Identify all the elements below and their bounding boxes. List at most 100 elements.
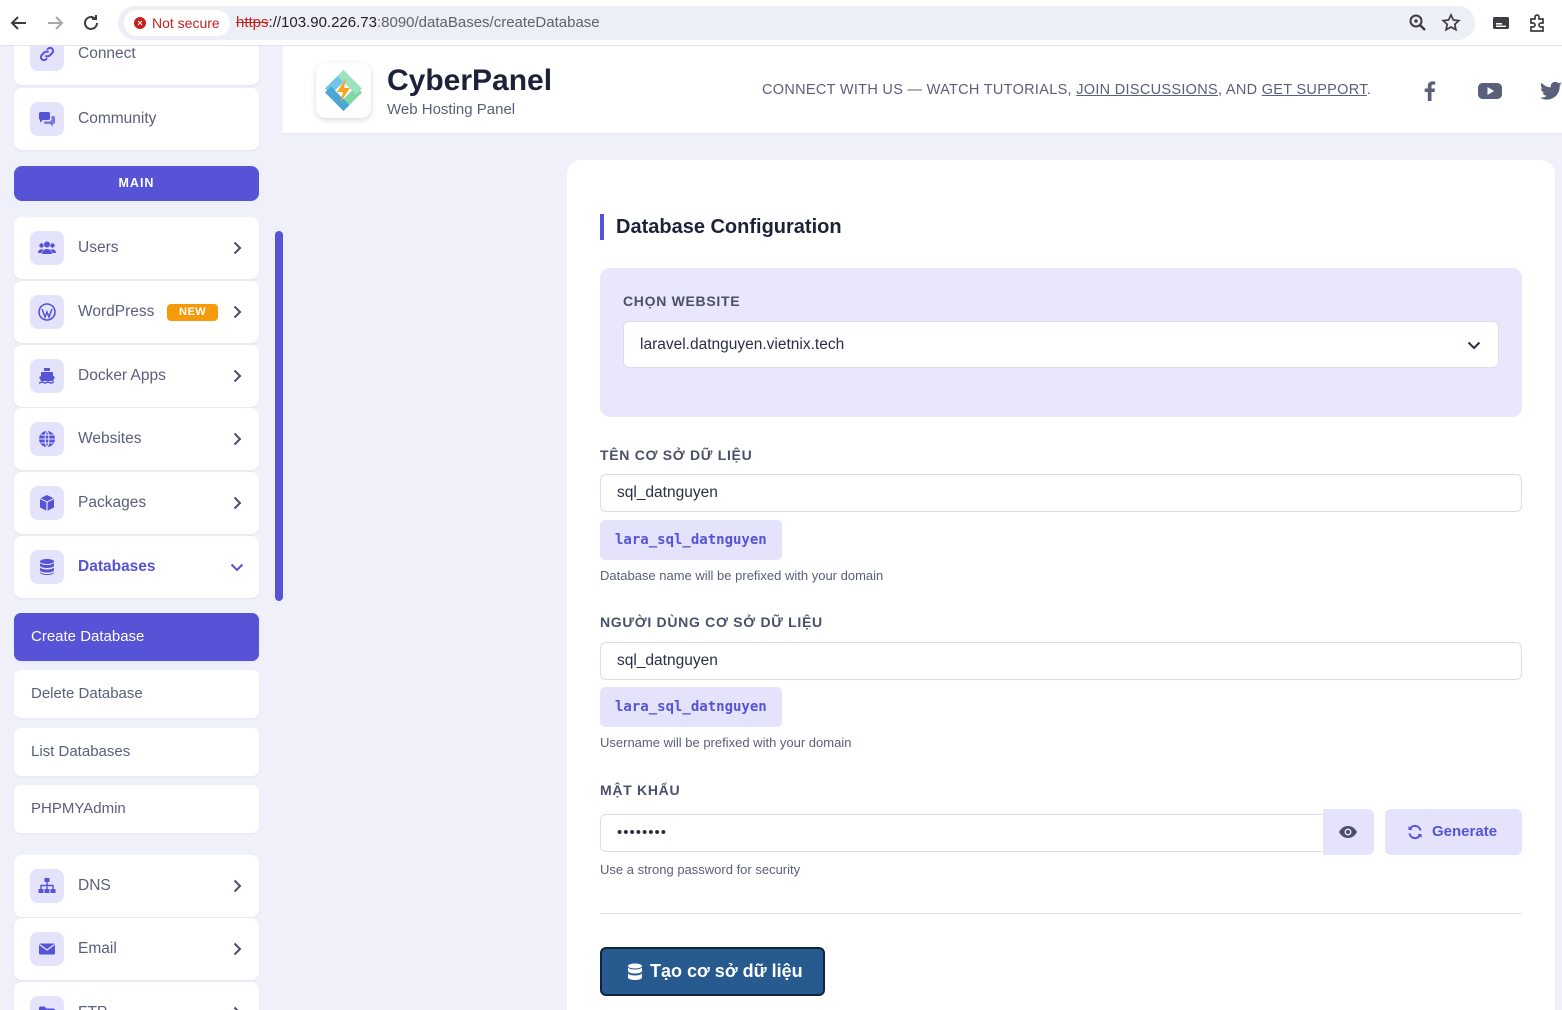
create-database-label: Tạo cơ sở dữ liệu bbox=[650, 961, 803, 981]
chevron-down-icon bbox=[230, 563, 244, 572]
facebook-icon[interactable] bbox=[1417, 78, 1443, 104]
brand-subtitle: Web Hosting Panel bbox=[387, 101, 516, 118]
sidebar-item-wordpress[interactable]: WordPress NEW bbox=[14, 281, 259, 343]
forward-icon[interactable] bbox=[43, 11, 67, 35]
chevron-right-icon bbox=[233, 369, 242, 383]
sidebar-item-packages[interactable]: Packages bbox=[14, 472, 259, 534]
brand-title: CyberPanel bbox=[387, 64, 553, 97]
sidebar-item-databases[interactable]: Databases bbox=[14, 536, 259, 598]
url-path: :8090/dataBases/createDatabase bbox=[376, 14, 600, 31]
sidebar-item-label: Email bbox=[78, 940, 117, 957]
db-user-label: NGƯỜI DÙNG CƠ SỞ DỮ LIỆU bbox=[600, 614, 823, 630]
password-label: MẬT KHẨU bbox=[600, 782, 681, 798]
website-label: CHỌN WEBSITE bbox=[623, 293, 741, 309]
connect-prefix: CONNECT WITH US — WATCH TUTORIALS, bbox=[762, 82, 1077, 98]
toggle-password-button[interactable] bbox=[1323, 809, 1374, 855]
sidebar-item-email[interactable]: Email bbox=[14, 918, 259, 980]
chevron-down-icon bbox=[1467, 341, 1481, 350]
zoom-icon[interactable] bbox=[1407, 12, 1429, 34]
link-icon bbox=[30, 46, 64, 71]
sidebar-item-label: Websites bbox=[78, 430, 142, 447]
back-icon[interactable] bbox=[7, 11, 31, 35]
connect-text: CONNECT WITH US — WATCH TUTORIALS, JOIN … bbox=[762, 82, 1371, 98]
db-name-help: Database name will be prefixed with your… bbox=[600, 568, 884, 583]
url-scheme: https bbox=[236, 14, 269, 31]
sidebar-item-community[interactable]: Community bbox=[14, 88, 259, 150]
website-select[interactable]: laravel.datnguyen.vietnix.tech bbox=[623, 321, 1499, 368]
sidebar-item-connect[interactable]: Connect bbox=[14, 46, 259, 85]
envelope-icon bbox=[30, 932, 64, 966]
bookmark-star-icon[interactable] bbox=[1440, 12, 1462, 34]
db-user-help: Username will be prefixed with your doma… bbox=[600, 735, 852, 750]
sidebar-item-label: Packages bbox=[78, 494, 147, 511]
top-header: CyberPanel Web Hosting Panel CONNECT WIT… bbox=[283, 46, 1562, 134]
browser-toolbar: × Not secure https://103.90.226.73:8090/… bbox=[0, 0, 1562, 46]
submenu-create-database[interactable]: Create Database bbox=[14, 613, 259, 661]
security-chip[interactable]: × Not secure bbox=[124, 10, 230, 36]
folder-icon bbox=[30, 996, 64, 1010]
generate-password-button[interactable]: Generate bbox=[1385, 809, 1522, 855]
db-name-input[interactable]: sql_datnguyen bbox=[600, 474, 1522, 512]
password-input[interactable]: •••••••• bbox=[600, 814, 1324, 852]
chevron-right-icon bbox=[233, 432, 242, 446]
section-title: Database Configuration bbox=[600, 214, 842, 240]
sidebar-item-websites[interactable]: Websites bbox=[14, 408, 259, 470]
sidebar-item-label: Connect bbox=[78, 46, 136, 62]
cyberpanel-logo[interactable] bbox=[316, 63, 371, 118]
sidebar-item-users[interactable]: Users bbox=[14, 217, 259, 279]
db-name-prefix-preview: lara_sql_datnguyen bbox=[600, 520, 782, 560]
wordpress-icon bbox=[30, 295, 64, 329]
submenu-delete-database[interactable]: Delete Database bbox=[14, 670, 259, 718]
sidebar-item-label: FTP bbox=[78, 982, 107, 1010]
get-support-link[interactable]: GET SUPPORT bbox=[1262, 82, 1367, 98]
warning-icon: × bbox=[134, 17, 146, 29]
address-bar[interactable]: × Not secure https://103.90.226.73:8090/… bbox=[118, 6, 1475, 40]
sidebar-item-ftp[interactable]: FTP bbox=[14, 982, 259, 1010]
sidebar-item-dns[interactable]: DNS bbox=[14, 855, 259, 917]
connect-mid: , AND bbox=[1217, 82, 1262, 98]
database-icon bbox=[30, 550, 64, 584]
sidebar: Connect Community MAIN Users WordPress N… bbox=[0, 46, 272, 1010]
chevron-right-icon bbox=[233, 942, 242, 956]
security-label: Not secure bbox=[152, 15, 220, 31]
sidebar-item-docker-apps[interactable]: Docker Apps bbox=[14, 345, 259, 407]
twitter-icon[interactable] bbox=[1538, 78, 1562, 104]
password-help: Use a strong password for security bbox=[600, 862, 801, 877]
sidebar-item-label: DNS bbox=[78, 877, 111, 894]
users-icon bbox=[30, 231, 64, 265]
submenu-list-databases[interactable]: List Databases bbox=[14, 728, 259, 776]
chevron-right-icon bbox=[233, 305, 242, 319]
chevron-right-icon bbox=[233, 1006, 239, 1010]
sidebar-item-label: Community bbox=[78, 110, 157, 127]
sidebar-scrollbar[interactable] bbox=[275, 231, 283, 601]
eye-icon bbox=[1339, 826, 1357, 838]
sitemap-icon bbox=[30, 869, 64, 903]
chevron-right-icon bbox=[233, 496, 242, 510]
url-host: ://103.90.226.73 bbox=[268, 14, 377, 31]
globe-icon bbox=[30, 422, 64, 456]
youtube-icon[interactable] bbox=[1477, 78, 1503, 104]
sync-icon bbox=[1408, 824, 1422, 840]
db-user-input[interactable]: sql_datnguyen bbox=[600, 642, 1522, 680]
media-icon[interactable] bbox=[1489, 11, 1513, 35]
extensions-icon[interactable] bbox=[1525, 11, 1549, 35]
form-divider bbox=[600, 913, 1522, 914]
db-user-prefix-preview: lara_sql_datnguyen bbox=[600, 687, 782, 727]
generate-label: Generate bbox=[1432, 823, 1498, 840]
section-label-main: MAIN bbox=[14, 166, 259, 201]
connect-suffix: . bbox=[1366, 82, 1372, 98]
website-select-value: laravel.datnguyen.vietnix.tech bbox=[640, 336, 845, 353]
url-text[interactable]: https://103.90.226.73:8090/dataBases/cre… bbox=[236, 6, 600, 40]
create-database-button[interactable]: Tạo cơ sở dữ liệu bbox=[600, 947, 825, 996]
new-badge: NEW bbox=[167, 304, 219, 321]
box-icon bbox=[30, 486, 64, 520]
website-select-panel: CHỌN WEBSITE laravel.datnguyen.vietnix.t… bbox=[600, 268, 1522, 417]
reload-icon[interactable] bbox=[79, 11, 103, 35]
sidebar-item-label: WordPress bbox=[78, 303, 155, 320]
db-name-label: TÊN CƠ SỞ DỮ LIỆU bbox=[600, 447, 753, 463]
ship-icon bbox=[30, 359, 64, 393]
comments-icon bbox=[30, 102, 64, 136]
join-discussions-link[interactable]: JOIN DISCUSSIONS bbox=[1076, 82, 1218, 98]
sidebar-item-label: Databases bbox=[78, 558, 156, 575]
submenu-phpmyadmin[interactable]: PHPMYAdmin bbox=[14, 785, 259, 833]
